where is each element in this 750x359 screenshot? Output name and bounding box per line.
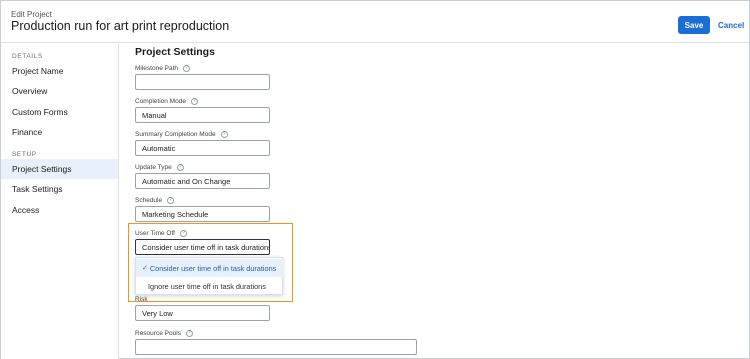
question-circle-icon[interactable]: ? xyxy=(185,330,193,337)
sidebar-heading-setup: SETUP xyxy=(12,151,37,158)
update-type-label: Update Type ? xyxy=(135,164,184,171)
summary-completion-mode-label: Summary Completion Mode ? xyxy=(135,131,228,138)
question-circle-icon[interactable]: ? xyxy=(220,131,228,138)
page-header: Edit Project Production run for art prin… xyxy=(1,1,749,43)
question-circle-icon[interactable]: ? xyxy=(176,164,184,171)
user-time-off-dropdown: ✓ Consider user time off in task duratio… xyxy=(135,257,284,295)
question-circle-icon[interactable]: ? xyxy=(179,230,187,237)
summary-completion-mode-select[interactable]: Automatic xyxy=(135,140,270,156)
dropdown-option-label: Ignore user time off in task durations xyxy=(148,281,266,291)
save-button[interactable]: Save xyxy=(678,16,710,34)
edit-project-window: Edit Project Production run for art prin… xyxy=(0,0,750,359)
completion-mode-select[interactable]: Manual xyxy=(135,107,270,123)
sidebar-item-overview[interactable]: Overview xyxy=(1,81,118,101)
sidebar-item-finance[interactable]: Finance xyxy=(1,122,118,142)
sidebar-item-project-settings[interactable]: Project Settings xyxy=(1,159,118,179)
resource-pools-field[interactable] xyxy=(135,339,417,355)
dropdown-option-consider[interactable]: ✓ Consider user time off in task duratio… xyxy=(136,259,284,277)
completion-mode-label: Completion Mode ? xyxy=(135,98,198,105)
update-type-label-text: Update Type xyxy=(135,164,172,171)
page-title: Production run for art print reproductio… xyxy=(11,19,230,33)
summary-completion-mode-label-text: Summary Completion Mode xyxy=(135,131,216,138)
cancel-link[interactable]: Cancel xyxy=(718,21,744,30)
update-type-select[interactable]: Automatic and On Change xyxy=(135,173,270,189)
risk-label-text: Risk xyxy=(135,296,148,303)
section-title: Project Settings xyxy=(135,46,215,58)
schedule-select[interactable]: Marketing Schedule xyxy=(135,206,270,222)
completion-mode-label-text: Completion Mode xyxy=(135,98,186,105)
sidebar-item-access[interactable]: Access xyxy=(1,200,118,220)
sidebar-item-project-name[interactable]: Project Name xyxy=(1,61,118,81)
schedule-label: Schedule ? xyxy=(135,197,175,204)
milestone-path-field[interactable] xyxy=(135,74,270,90)
risk-select[interactable]: Very Low xyxy=(135,305,270,321)
user-time-off-label-text: User Time Off xyxy=(135,230,175,237)
page-eyebrow: Edit Project xyxy=(11,10,52,19)
sidebar-item-custom-forms[interactable]: Custom Forms xyxy=(1,102,118,122)
dropdown-option-label: Consider user time off in task durations xyxy=(149,263,277,273)
resource-pools-label-text: Resource Pools xyxy=(135,330,181,337)
checkmark-icon: ✓ xyxy=(142,265,148,272)
dropdown-option-ignore[interactable]: Ignore user time off in task durations xyxy=(136,277,284,295)
user-time-off-label: User Time Off ? xyxy=(135,230,187,237)
sidebar-item-task-settings[interactable]: Task Settings xyxy=(1,179,118,199)
milestone-path-label-text: Milestone Path xyxy=(135,65,178,72)
sidebar-heading-details: DETAILS xyxy=(12,53,43,60)
question-circle-icon[interactable]: ? xyxy=(190,98,198,105)
question-circle-icon[interactable]: ? xyxy=(167,197,175,204)
milestone-path-label: Milestone Path ? xyxy=(135,65,190,72)
resource-pools-label: Resource Pools ? xyxy=(135,330,193,337)
schedule-label-text: Schedule xyxy=(135,197,163,204)
sidebar: DETAILS Project Name Overview Custom For… xyxy=(1,44,119,359)
user-time-off-select[interactable]: Consider user time off in task durations xyxy=(135,239,270,255)
risk-label: Risk xyxy=(135,296,148,303)
question-circle-icon[interactable]: ? xyxy=(183,65,190,72)
